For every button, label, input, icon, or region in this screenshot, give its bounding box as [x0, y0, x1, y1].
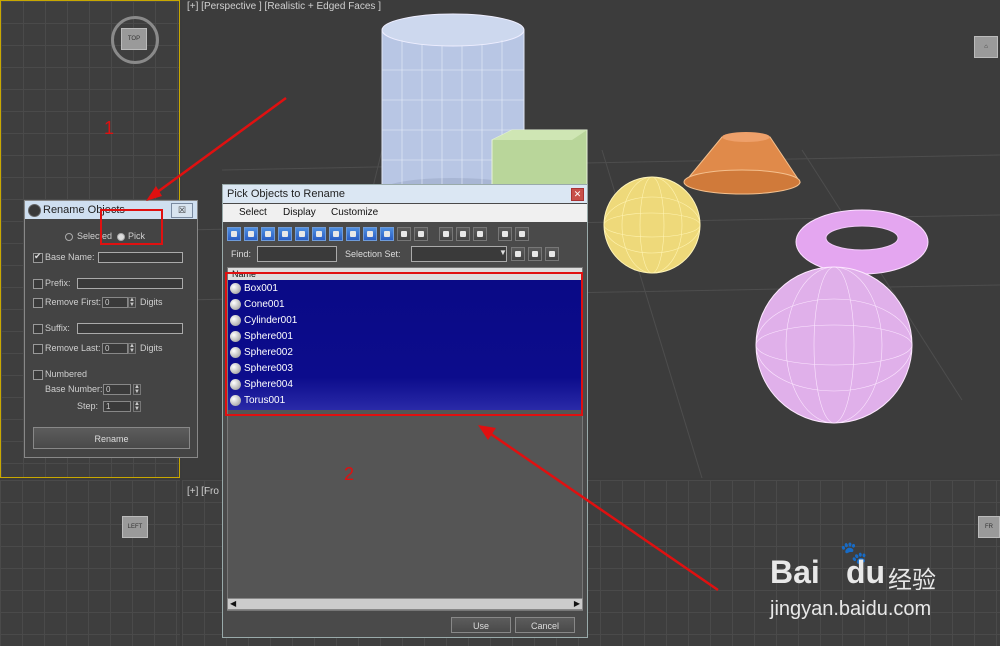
box-object	[491, 129, 588, 186]
prefix-checkbox[interactable]	[33, 279, 43, 289]
close-icon[interactable]: ☒	[171, 203, 193, 218]
base-name-checkbox[interactable]	[33, 251, 43, 263]
menu-display[interactable]: Display	[283, 204, 316, 222]
filter-containers-icon[interactable]	[380, 227, 394, 241]
spinner-arrows[interactable]: ▲ ▼	[133, 401, 141, 412]
sphere-pink	[755, 266, 913, 424]
prefix-field[interactable]	[77, 278, 183, 289]
remove-first-spinner[interactable]: 0	[102, 297, 128, 308]
filter-geometry-icon[interactable]	[227, 227, 241, 241]
filter-hidden-icon[interactable]	[414, 227, 428, 241]
digits-label: Digits	[140, 297, 163, 307]
suffix-field[interactable]	[77, 323, 183, 334]
filter-cameras-icon[interactable]	[278, 227, 292, 241]
viewcube-icon[interactable]: ⌂	[974, 36, 998, 58]
select-all-icon[interactable]	[439, 227, 453, 241]
numbered-label: Numbered	[45, 369, 88, 379]
filter-helpers-icon[interactable]	[295, 227, 309, 241]
viewcube-icon[interactable]: FR	[978, 516, 1000, 538]
watermark-brand: Bai	[770, 554, 820, 590]
filter-spacewarps-icon[interactable]	[312, 227, 326, 241]
watermark-url: jingyan.baidu.com	[770, 598, 932, 620]
sphere-yellow	[603, 176, 701, 274]
numbered-checkbox[interactable]	[33, 370, 43, 380]
viewcube-icon[interactable]: TOP	[121, 28, 147, 50]
suffix-checkbox[interactable]	[33, 324, 43, 334]
app-icon	[28, 204, 41, 217]
remove-last-checkbox[interactable]	[33, 344, 43, 354]
viewcube-icon[interactable]: LEFT	[122, 516, 148, 538]
viewport-label-front[interactable]: [+] [Fro	[187, 486, 219, 497]
chevron-down-icon[interactable]: ▼	[499, 248, 507, 257]
menu-customize[interactable]: Customize	[331, 204, 378, 222]
base-name-field[interactable]	[98, 252, 183, 263]
menu-bar: Select Display Customize	[223, 204, 587, 222]
horizontal-scrollbar[interactable]: ◀ ▶	[227, 598, 583, 610]
prefix-label: Prefix:	[45, 278, 71, 288]
filter-bones-icon[interactable]	[363, 227, 377, 241]
pick-dialog-titlebar[interactable]: Pick Objects to Rename ✕	[223, 185, 587, 203]
sort-filter-icon[interactable]	[515, 227, 529, 241]
cancel-button[interactable]: Cancel	[515, 617, 575, 633]
filter-lights-icon[interactable]	[261, 227, 275, 241]
selection-set-tool-icon[interactable]	[528, 247, 542, 261]
remove-last-spinner[interactable]: 0	[102, 343, 128, 354]
spinner-arrows[interactable]: ▲ ▼	[128, 297, 136, 308]
selection-set-label: Selection Set:	[345, 249, 401, 259]
suffix-label: Suffix:	[45, 323, 70, 333]
close-icon[interactable]: ✕	[571, 188, 584, 201]
spinner-arrows[interactable]: ▲ ▼	[133, 384, 141, 395]
viewport-bottom-left[interactable]: LEFT	[0, 480, 180, 646]
highlight-pick-radio	[100, 209, 163, 245]
find-label: Find:	[231, 249, 252, 259]
scroll-left-icon[interactable]: ◀	[230, 599, 236, 608]
filter-groups-icon[interactable]	[329, 227, 343, 241]
baidu-watermark: 🐾 Bai du 经验 jingyan.baidu.com	[770, 540, 990, 630]
step-spinner[interactable]: 1	[103, 401, 131, 412]
filter-xrefs-icon[interactable]	[346, 227, 360, 241]
remove-first-checkbox[interactable]	[33, 298, 43, 308]
funnel-filter-icon[interactable]	[498, 227, 512, 241]
radio-selected[interactable]	[65, 233, 73, 241]
remove-last-label: Remove Last:	[45, 343, 101, 353]
annotation-one: 1	[104, 118, 115, 138]
base-number-spinner[interactable]: 0	[103, 384, 131, 395]
toolbar	[227, 225, 583, 243]
selection-set-dropdown[interactable]	[411, 246, 507, 262]
pick-dialog-title: Pick Objects to Rename	[227, 188, 345, 200]
select-none-icon[interactable]	[456, 227, 470, 241]
selection-set-tool-icon[interactable]	[545, 247, 559, 261]
highlight-object-list	[225, 272, 583, 416]
remove-first-label: Remove First:	[45, 297, 102, 307]
rename-button[interactable]: Rename	[33, 427, 190, 449]
digits-label-2: Digits	[140, 343, 163, 353]
base-number-label: Base Number:	[45, 384, 103, 394]
annotation-two: 2	[344, 464, 355, 484]
select-invert-icon[interactable]	[473, 227, 487, 241]
torus-object	[795, 209, 929, 275]
filter-shapes-icon[interactable]	[244, 227, 258, 241]
find-field[interactable]	[257, 246, 337, 262]
menu-select[interactable]: Select	[239, 204, 267, 222]
cone-object	[683, 132, 801, 195]
selection-set-tool-icon[interactable]	[511, 247, 525, 261]
spinner-arrows[interactable]: ▲ ▼	[128, 343, 136, 354]
watermark-cn: 经验	[888, 567, 936, 594]
base-name-label: Base Name:	[45, 252, 95, 262]
filter-frozen-icon[interactable]	[397, 227, 411, 241]
watermark-brand-2: du	[846, 554, 886, 590]
scroll-right-icon[interactable]: ▶	[574, 599, 580, 608]
step-label: Step:	[77, 401, 99, 411]
use-button[interactable]: Use	[451, 617, 511, 633]
